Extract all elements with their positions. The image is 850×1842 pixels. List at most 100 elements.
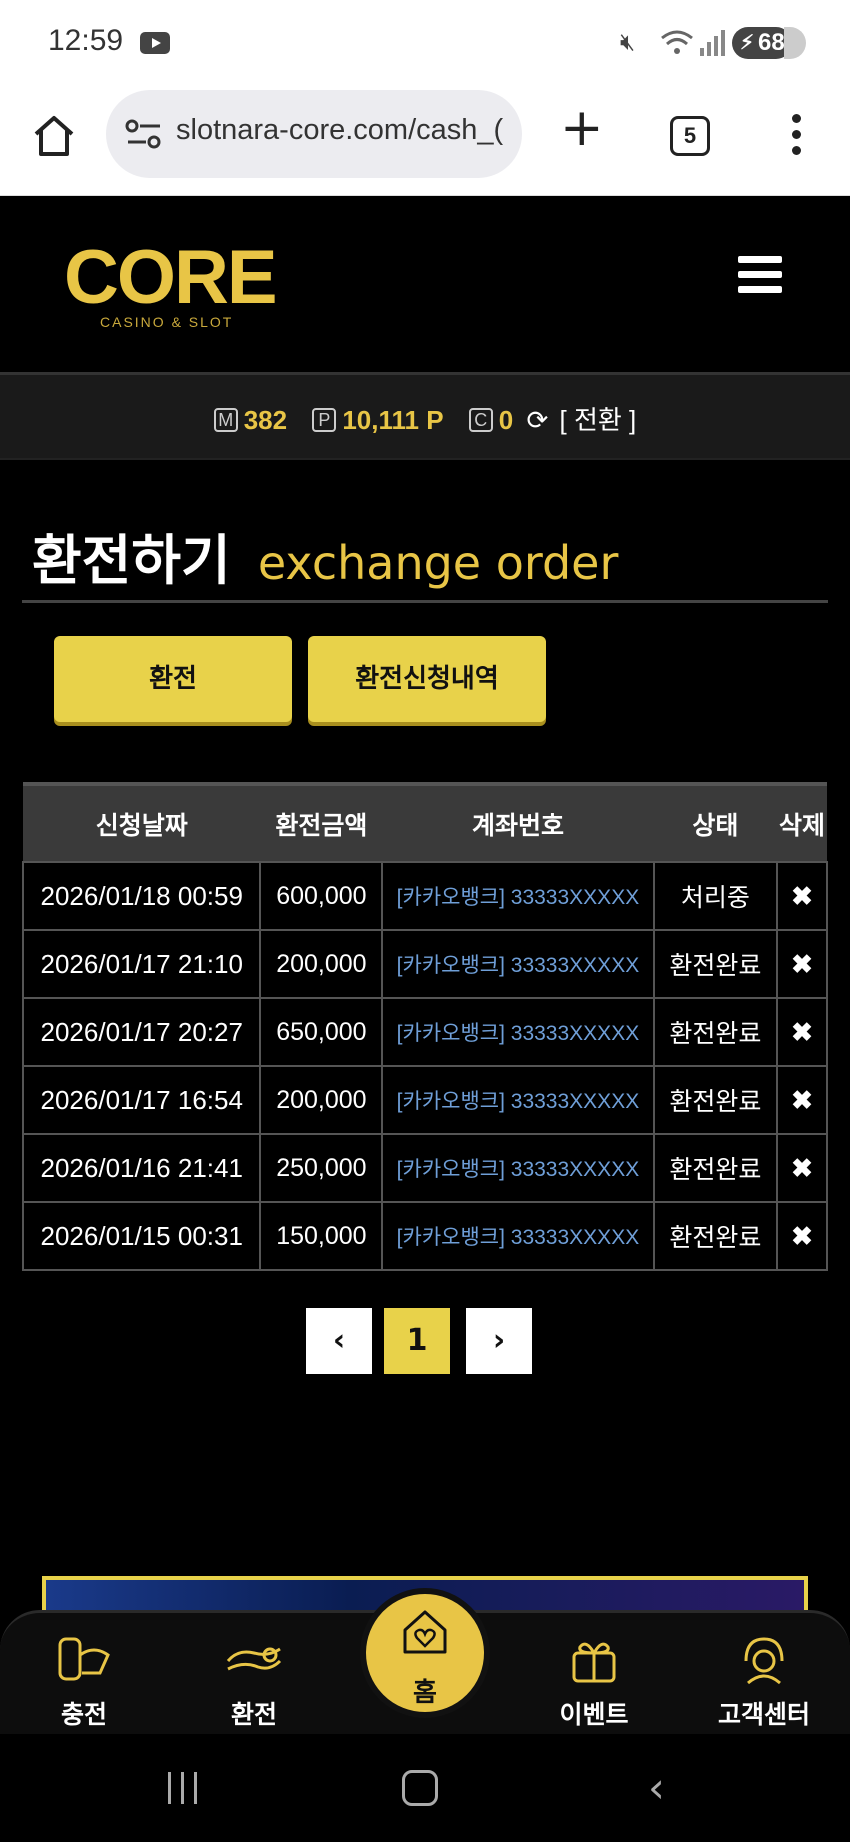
cell-date: 2026/01/16 21:41 [21,1133,262,1203]
system-home-icon[interactable] [402,1770,438,1806]
tab-switcher-button[interactable]: 5 [670,116,710,156]
back-icon[interactable]: ‹ [648,1767,665,1809]
cell-date: 2026/01/17 16:54 [21,1065,262,1135]
delete-icon[interactable]: ✖ [776,861,828,931]
bolt-icon: ⚡︎ [740,32,755,54]
cell-account: [카카오뱅크] 33333XXXXX [381,929,655,999]
table-row: 2026/01/16 21:41 250,000 [카카오뱅크] 33333XX… [21,1133,828,1203]
nav-exchange-label: 환전 [230,1700,277,1729]
delete-icon[interactable]: ✖ [776,1065,828,1135]
header-account: 계좌번호 [382,782,654,862]
address-bar[interactable]: slotnara-core.com/cash_( [106,90,522,178]
mute-icon: 🔇︎ [620,28,636,56]
recent-apps-icon[interactable] [166,1772,200,1804]
cell-status: 환전완료 [652,1065,779,1135]
delete-icon[interactable]: ✖ [776,929,828,999]
page-title-english: exchange order [257,536,619,590]
switch-button[interactable]: [ 전환 ] [560,405,637,435]
cell-amount: 600,000 [259,861,384,931]
signal-icon [700,30,726,56]
site-logo[interactable]: CORE CASINO & SLOT [64,235,278,332]
status-time: 12:59 [48,24,124,57]
nav-home[interactable]: 홈 [360,1588,490,1718]
nav-support[interactable]: 고객센터 [704,1631,824,1731]
nav-event[interactable]: 이벤트 [534,1631,654,1731]
cell-amount: 650,000 [259,997,384,1067]
exchange-history-button[interactable]: 환전신청내역 [308,636,546,722]
table-row: 2026/01/17 16:54 200,000 [카카오뱅크] 33333XX… [21,1065,828,1135]
comp-balance: 0 [498,405,514,436]
cell-account: [카카오뱅크] 33333XXXXX [381,861,655,931]
title-divider [22,600,828,603]
cell-amount: 150,000 [259,1201,384,1271]
home-heart-icon [366,1604,484,1680]
current-page-button[interactable]: 1 [384,1308,450,1374]
cell-date: 2026/01/15 00:31 [21,1201,262,1271]
delete-icon[interactable]: ✖ [776,1201,828,1271]
nav-support-label: 고객센터 [717,1700,810,1729]
wifi-icon [660,28,694,58]
browser-toolbar: slotnara-core.com/cash_( + 5 [0,86,850,196]
youtube-icon [140,32,170,54]
cell-status: 환전완료 [652,1201,779,1271]
exchange-icon [194,1631,314,1691]
nav-exchange[interactable]: 환전 [194,1631,314,1731]
comp-icon: C [468,408,493,433]
cell-status: 처리중 [652,861,779,931]
balance-bar: M 382 P 10,111 P C0 ⟳ [ 전환 ] [0,372,850,460]
next-page-button[interactable]: › [466,1308,532,1374]
cell-status: 환전완료 [652,1133,779,1203]
table-row: 2026/01/15 00:31 150,000 [카카오뱅크] 33333XX… [21,1201,828,1271]
header-amount: 환전금액 [260,782,383,862]
cell-amount: 200,000 [259,1065,384,1135]
cell-date: 2026/01/18 00:59 [21,861,262,931]
point-balance: 10,111 P [342,405,444,436]
site-header: CORE CASINO & SLOT [0,196,850,372]
header-delete: 삭제 [777,782,827,862]
exchange-button[interactable]: 환전 [54,636,292,722]
browser-home-icon[interactable] [30,112,78,160]
cell-account: [카카오뱅크] 33333XXXXX [381,1201,655,1271]
logo-text: CORE [64,235,278,320]
status-bar: 12:59 🔇︎ ⚡︎ 68 [0,0,850,86]
cell-account: [카카오뱅크] 33333XXXXX [381,1065,655,1135]
browser-menu-icon[interactable] [790,114,802,158]
page-title-korean: 환전하기 [32,529,231,592]
header-date: 신청날짜 [23,782,261,862]
table-row: 2026/01/18 00:59 600,000 [카카오뱅크] 33333XX… [21,861,828,931]
nav-charge-label: 충전 [60,1700,107,1729]
cell-account: [카카오뱅크] 33333XXXXX [381,1133,655,1203]
cell-status: 환전완료 [652,997,779,1067]
menu-icon[interactable] [738,256,782,296]
exchange-history-table: 신청날짜 환전금액 계좌번호 상태 삭제 2026/01/18 00:59 60… [21,782,828,1271]
delete-icon[interactable]: ✖ [776,997,828,1067]
battery-level: 68 [758,29,785,56]
header-status: 상태 [653,782,778,862]
charge-icon [24,1631,144,1691]
url-text: slotnara-core.com/cash_( [176,114,504,146]
table-row: 2026/01/17 21:10 200,000 [카카오뱅크] 33333XX… [21,929,828,999]
prev-page-button[interactable]: ‹ [306,1308,372,1374]
money-balance: 382 [243,405,288,436]
system-nav-bar: ‹ [0,1734,850,1842]
point-icon: P [312,408,337,433]
gift-icon [534,1631,654,1691]
nav-event-label: 이벤트 [559,1700,629,1729]
cell-amount: 200,000 [259,929,384,999]
cell-date: 2026/01/17 20:27 [21,997,262,1067]
cell-account: [카카오뱅크] 33333XXXXX [381,997,655,1067]
battery-charging-icon: ⚡︎ 68 [732,27,806,59]
cell-status: 환전완료 [652,929,779,999]
nav-charge[interactable]: 충전 [24,1631,144,1731]
table-header-row: 신청날짜 환전금액 계좌번호 상태 삭제 [23,782,827,862]
cell-date: 2026/01/17 21:10 [21,929,262,999]
headset-icon [704,1631,824,1691]
new-tab-icon[interactable]: + [560,102,604,154]
delete-icon[interactable]: ✖ [776,1133,828,1203]
page-title: 환전하기 exchange order [32,516,618,595]
refresh-icon[interactable]: ⟳ [527,377,549,463]
nav-home-label: 홈 [413,1678,437,1708]
money-icon: M [213,408,238,433]
table-row: 2026/01/17 20:27 650,000 [카카오뱅크] 33333XX… [21,997,828,1067]
site-settings-icon[interactable] [124,116,164,152]
